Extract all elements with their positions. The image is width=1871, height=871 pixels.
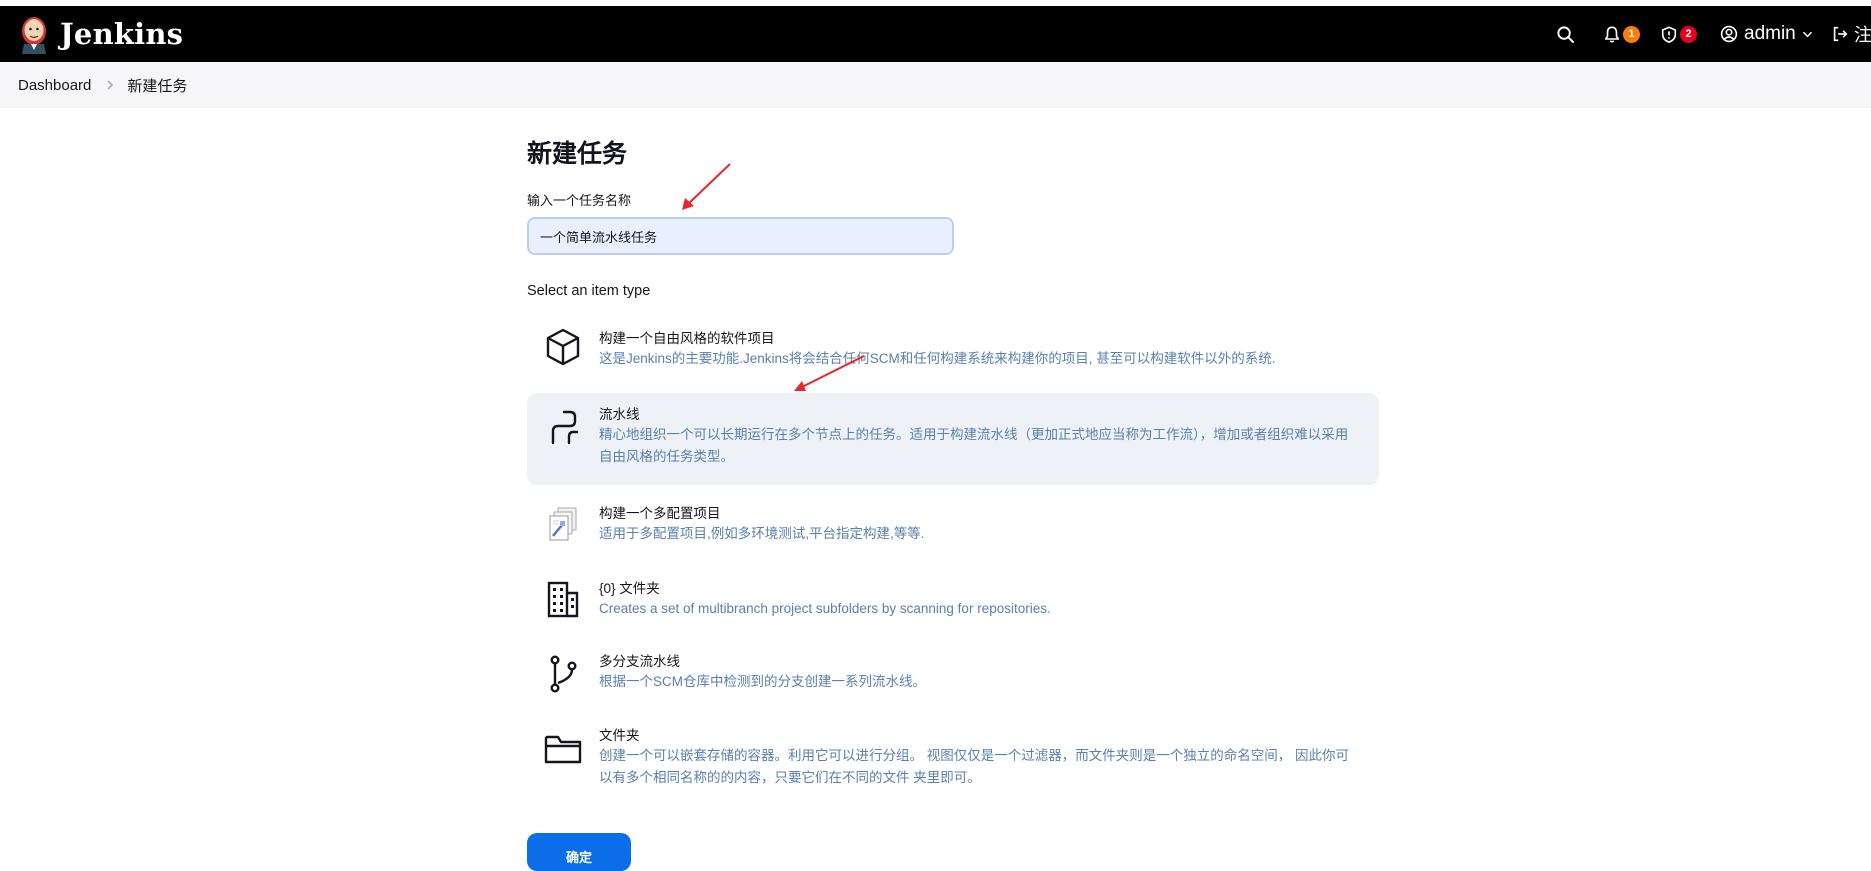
page-title: 新建任务 (527, 140, 628, 168)
security-button[interactable]: 2 (1660, 23, 1697, 45)
breadcrumb-item-current[interactable]: 新建任务 (127, 75, 187, 96)
user-menu[interactable]: admin (1720, 23, 1813, 45)
item-type-pipeline[interactable]: 流水线 精心地组织一个可以长期运行在多个节点上的任务。适用于构建流水线（更加正式… (527, 393, 1379, 485)
item-type-description: 创建一个可以嵌套存储的容器。利用它可以进行分组。 视图仅仅是一个过滤器，而文件夹… (599, 748, 1349, 785)
jenkins-logo-icon (22, 17, 46, 54)
navbar-actions: 1 2 admin 注 (1540, 6, 1871, 62)
item-type-description: 精心地组织一个可以长期运行在多个节点上的任务。适用于构建流水线（更加正式地应当称… (599, 427, 1349, 464)
security-badge: 2 (1680, 25, 1697, 43)
search-button[interactable] (1556, 23, 1575, 45)
item-type-folder[interactable]: 文件夹 创建一个可以嵌套存储的容器。利用它可以进行分组。 视图仅仅是一个过滤器，… (527, 713, 1379, 805)
breadcrumb: Dashboard 新建任务 (0, 62, 1871, 108)
item-type-multibranch-pipeline[interactable]: 多分支流水线 根据一个SCM仓库中检测到的分支创建一系列流水线。 (527, 638, 1379, 710)
multi-config-icon (543, 505, 583, 545)
user-name: admin (1744, 23, 1796, 44)
folder-icon (543, 729, 583, 769)
item-type-name: 文件夹 (599, 728, 640, 743)
item-name-label: 输入一个任务名称 (527, 193, 632, 208)
shield-icon (1661, 25, 1677, 43)
item-type-multi-config[interactable]: 构建一个多配置项目 适用于多配置项目,例如多环境测试,平台指定构建,等等. (527, 489, 1379, 561)
logout-link[interactable]: 注 (1831, 23, 1871, 45)
ok-button[interactable]: 确定 (527, 833, 631, 871)
notifications-badge: 1 (1623, 25, 1640, 43)
item-name-input[interactable] (527, 217, 954, 255)
brand-name: Jenkins (60, 17, 184, 51)
annotation-arrow-icon (682, 163, 731, 210)
item-type-description: 根据一个SCM仓库中检测到的分支创建一系列流水线。 (599, 674, 926, 689)
item-type-name: 构建一个多配置项目 (599, 506, 721, 521)
item-type-freestyle[interactable]: 构建一个自由风格的软件项目 这是Jenkins的主要功能.Jenkins将会结合… (527, 313, 1379, 381)
search-icon (1557, 25, 1575, 43)
item-type-organization-folder[interactable]: {0} 文件夹 Creates a set of multibranch pro… (527, 563, 1379, 635)
user-avatar-icon (1720, 25, 1738, 43)
pipeline-icon (543, 407, 583, 447)
chevron-right-icon (105, 79, 115, 91)
item-type-name: 多分支流水线 (599, 654, 680, 669)
bell-icon (1604, 25, 1620, 43)
item-type-description: 适用于多配置项目,例如多环境测试,平台指定构建,等等. (599, 526, 925, 541)
item-type-name: 流水线 (599, 407, 640, 422)
item-type-name: {0} 文件夹 (599, 581, 660, 596)
item-type-description: 这是Jenkins的主要功能.Jenkins将会结合任何SCM和任何构建系统来构… (599, 351, 1276, 366)
brand-link[interactable]: Jenkins (18, 14, 183, 54)
freestyle-cube-icon (543, 327, 583, 367)
organization-folder-icon (543, 579, 583, 619)
breadcrumb-item-dashboard[interactable]: Dashboard (18, 77, 91, 94)
notifications-button[interactable]: 1 (1603, 23, 1640, 45)
logout-icon (1833, 26, 1848, 42)
chevron-down-icon (1802, 31, 1812, 37)
logout-label: 注 (1854, 25, 1871, 45)
branch-icon (543, 654, 583, 694)
top-navbar: Jenkins 1 2 admin 注 (0, 6, 1871, 62)
item-type-name: 构建一个自由风格的软件项目 (599, 331, 775, 346)
item-type-label: Select an item type (527, 283, 651, 299)
item-type-description: Creates a set of multibranch project sub… (599, 601, 1051, 616)
annotation-arrow-icon (794, 355, 865, 391)
